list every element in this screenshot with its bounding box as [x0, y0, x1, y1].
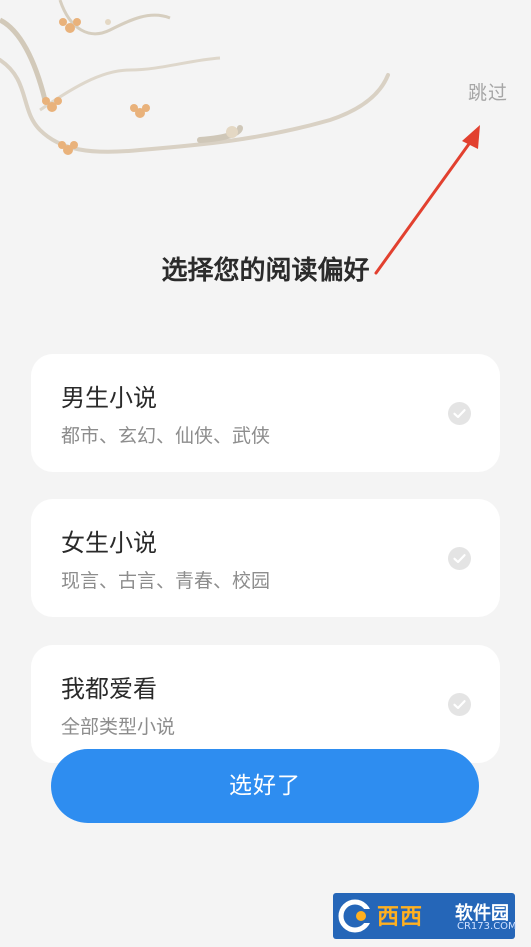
check-circle-icon[interactable] [448, 693, 471, 716]
watermark-url: CR173.COM [457, 921, 517, 932]
site-watermark: 西西 软件园 CR173.COM [333, 893, 517, 939]
option-subtitle: 都市、玄幻、仙侠、武侠 [61, 425, 271, 447]
option-title: 我都爱看 [61, 675, 157, 703]
option-title: 女生小说 [61, 529, 157, 557]
watermark-logo-icon [338, 899, 377, 933]
option-subtitle: 全部类型小说 [61, 716, 176, 738]
plum-branch-decoration [0, 0, 390, 155]
skip-button[interactable]: 跳过 [468, 78, 508, 105]
watermark-name: 西西 [377, 905, 424, 930]
check-circle-icon[interactable] [448, 402, 471, 425]
option-title: 男生小说 [61, 384, 157, 412]
option-subtitle: 现言、古言、青春、校园 [61, 570, 271, 592]
check-circle-icon[interactable] [448, 547, 471, 570]
option-card-male[interactable]: 男生小说 都市、玄幻、仙侠、武侠 [31, 354, 500, 472]
confirm-button[interactable]: 选好了 [51, 749, 479, 823]
page-title: 选择您的阅读偏好 [161, 256, 370, 286]
option-card-female[interactable]: 女生小说 现言、古言、青春、校园 [31, 499, 500, 617]
option-card-all[interactable]: 我都爱看 全部类型小说 [31, 645, 500, 763]
